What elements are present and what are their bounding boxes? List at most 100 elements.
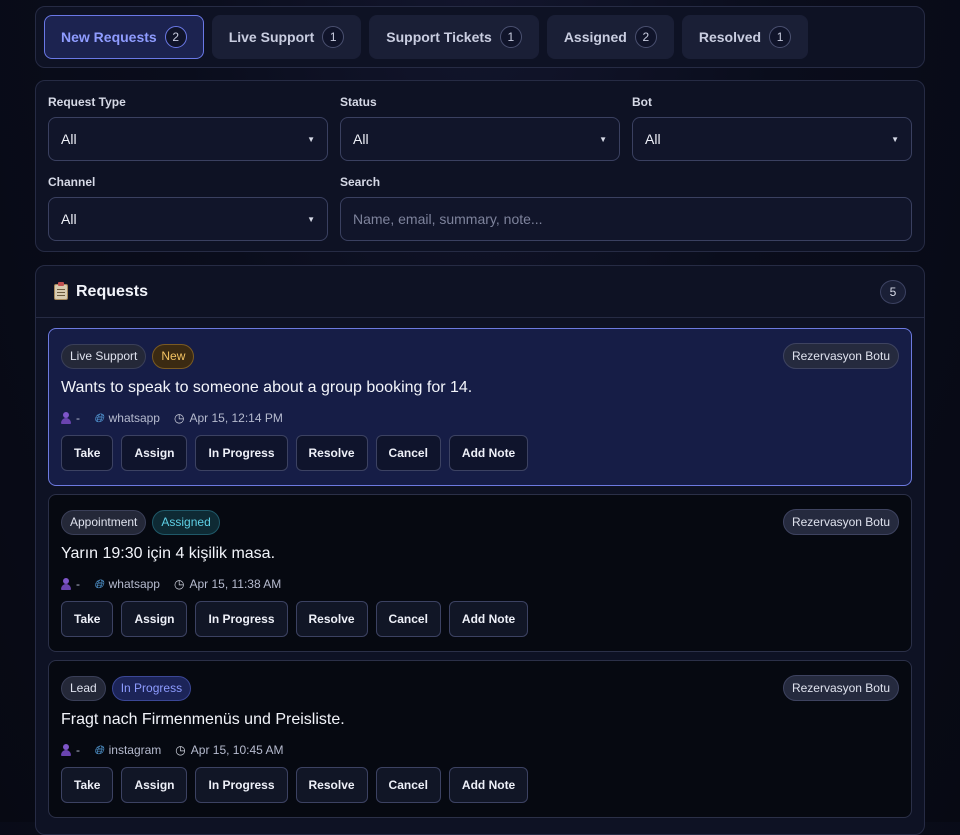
take-button[interactable]: Take [61,767,114,803]
add-note-button[interactable]: Add Note [448,435,529,471]
clock-icon: ◷ [175,743,186,757]
request-type-value: All [61,131,77,147]
request-type-tag: Appointment [61,509,147,535]
bot-label: Bot [632,95,652,109]
request-summary: Yarın 19:30 için 4 kişilik masa. [61,545,276,562]
request-type-tag: Lead [61,675,106,701]
bot-select[interactable]: All ▼ [632,117,912,161]
assign-button[interactable]: Assign [121,601,188,637]
request-type-select[interactable]: All ▼ [48,117,328,161]
take-button[interactable]: Take [61,601,114,637]
tab-resolved[interactable]: Resolved 1 [681,15,809,59]
requests-header: Requests 5 [36,266,924,318]
request-tags: Lead In Progress [61,675,899,701]
bot-badge: Rezervasyon Botu [782,509,899,535]
caret-down-icon: ▼ [307,214,315,224]
request-time: ◷ Apr 15, 10:45 AM [175,743,283,757]
status-badge: Assigned [152,509,220,535]
status-select[interactable]: All ▼ [340,117,620,161]
cancel-button[interactable]: Cancel [375,435,441,471]
caret-down-icon: ▼ [891,134,899,144]
search-filter: Search Name, email, summary, note... [340,175,912,241]
requests-title-text: Requests [76,282,149,300]
caret-down-icon: ▼ [307,134,315,144]
tab-count-badge: 1 [499,26,522,48]
resolve-button[interactable]: Resolve [295,601,368,637]
in-progress-button[interactable]: In Progress [195,767,288,803]
request-card[interactable]: Appointment Assigned Rezervasyon Botu Ya… [48,494,912,652]
request-meta: - 🌐︎ whatsapp ◷ Apr 15, 11:38 AM [61,575,899,593]
filters-panel: Request Type All ▼ Status All ▼ Bot All … [35,80,925,252]
request-meta: - 🌐︎ instagram ◷ Apr 15, 10:45 AM [61,741,899,759]
tab-label: Support Tickets [386,29,492,45]
tab-live-support[interactable]: Live Support 1 [211,15,362,59]
channel-value: All [61,211,77,227]
request-person: - [61,743,80,757]
bot-filter: Bot All ▼ [632,95,912,161]
assign-button[interactable]: Assign [121,435,188,471]
channel-value: whatsapp [108,411,160,425]
cancel-button[interactable]: Cancel [375,601,441,637]
person-icon [61,578,71,590]
request-summary: Wants to speak to someone about a group … [61,379,473,396]
channel-label: Channel [48,175,96,189]
request-meta: - 🌐︎ whatsapp ◷ Apr 15, 12:14 PM [61,409,899,427]
requests-count-badge: 5 [880,279,906,304]
clock-icon: ◷ [173,577,185,591]
globe-icon: 🌐︎ [94,410,104,425]
status-badge: In Progress [111,675,192,701]
status-filter: Status All ▼ [340,95,620,161]
tab-label: Assigned [563,29,627,45]
time-value: Apr 15, 12:14 PM [189,411,283,425]
request-card[interactable]: Lead In Progress Rezervasyon Botu Fragt … [48,660,912,818]
search-input[interactable]: Name, email, summary, note... [340,197,912,241]
in-progress-button[interactable]: In Progress [195,435,288,471]
tab-assigned[interactable]: Assigned 2 [546,15,674,59]
tab-label: New Requests [61,29,157,45]
request-time: ◷ Apr 15, 11:38 AM [174,577,281,591]
tab-label: Resolved [698,29,762,45]
resolve-button[interactable]: Resolve [295,435,368,471]
request-summary: Fragt nach Firmenmenüs und Preisliste. [61,711,345,728]
time-value: Apr 15, 11:38 AM [189,577,282,591]
clipboard-icon [54,281,68,300]
channel-select[interactable]: All ▼ [48,197,328,241]
tab-support-tickets[interactable]: Support Tickets 1 [369,15,539,59]
request-card[interactable]: Live Support New Rezervasyon Botu Wants … [48,328,912,486]
request-person: - [61,577,80,591]
tab-new-requests[interactable]: New Requests 2 [44,15,204,59]
cancel-button[interactable]: Cancel [375,767,441,803]
request-channel: 🌐︎ whatsapp [94,411,160,426]
request-time: ◷ Apr 15, 12:14 PM [174,411,283,425]
person-value: - [76,577,80,591]
globe-icon: 🌐︎ [94,576,104,591]
requests-title: Requests [54,281,149,301]
add-note-button[interactable]: Add Note [448,767,529,803]
clock-icon: ◷ [173,411,185,425]
time-value: Apr 15, 10:45 AM [190,743,284,757]
request-actions: Take Assign In Progress Resolve Cancel A… [61,601,899,637]
status-label: Status [340,95,377,109]
add-note-button[interactable]: Add Note [448,601,529,637]
bot-value: All [645,131,661,147]
request-type-tag: Live Support [61,343,147,369]
resolve-button[interactable]: Resolve [295,767,368,803]
assign-button[interactable]: Assign [121,767,188,803]
request-type-label: Request Type [48,95,126,109]
person-value: - [76,411,80,425]
status-value: All [353,131,369,147]
bot-badge: Rezervasyon Botu [782,343,899,369]
request-channel: 🌐︎ whatsapp [94,577,160,592]
in-progress-button[interactable]: In Progress [195,601,288,637]
request-tags: Appointment Assigned [61,509,899,535]
tab-count-badge: 2 [164,26,187,48]
request-type-filter: Request Type All ▼ [48,95,328,161]
channel-filter: Channel All ▼ [48,175,328,241]
tab-label: Live Support [228,29,315,45]
take-button[interactable]: Take [61,435,114,471]
requests-panel: Requests 5 Live Support New Rezervasyon … [35,265,925,835]
request-actions: Take Assign In Progress Resolve Cancel A… [61,435,899,471]
person-icon [61,744,71,756]
tab-count-badge: 1 [769,26,792,48]
request-person: - [61,411,80,425]
